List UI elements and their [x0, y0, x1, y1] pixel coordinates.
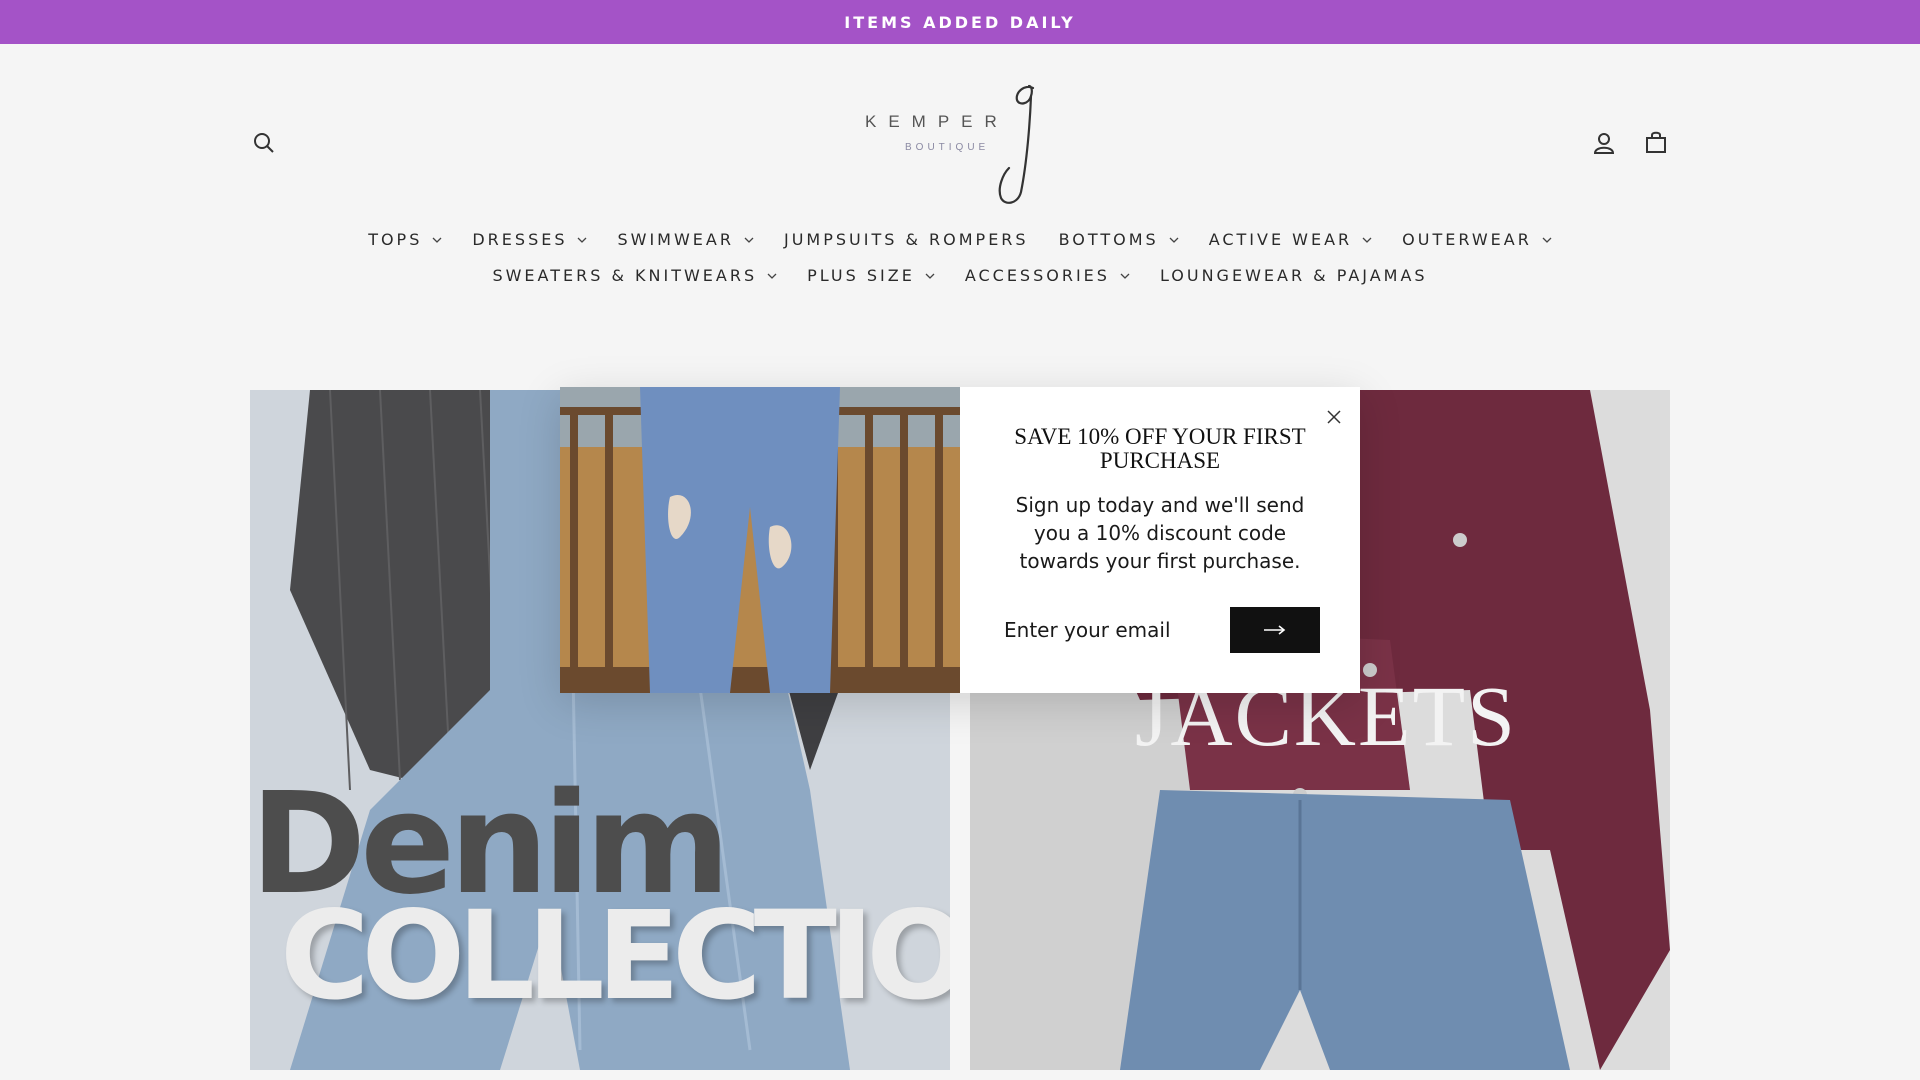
- site-logo[interactable]: KEMPER BOUTIQUE: [855, 82, 1065, 208]
- announcement-bar: ITEMS ADDED DAILY: [0, 0, 1920, 44]
- arrow-right-icon: [1264, 625, 1286, 635]
- account-button[interactable]: [1588, 127, 1620, 159]
- email-input[interactable]: [1002, 607, 1216, 653]
- popup-description: Sign up today and we'll send you a 10% d…: [1015, 493, 1305, 573]
- announcement-text: ITEMS ADDED DAILY: [844, 12, 1076, 32]
- nav-item-accessories[interactable]: ACCESSORIES: [965, 266, 1130, 285]
- cart-icon: [1646, 131, 1666, 153]
- nav-label: OUTERWEAR: [1402, 230, 1532, 249]
- close-icon: [1327, 410, 1341, 424]
- nav-label: DRESSES: [472, 230, 568, 249]
- jeans-photo-image: [560, 387, 960, 693]
- nav-label: TOPS: [368, 230, 423, 249]
- main-nav-row-2: SWEATERS & KNITWEARS PLUS SIZE ACCESSORI…: [0, 266, 1920, 285]
- collection-heading: COLLECTION: [280, 885, 950, 1027]
- nav-label: PLUS SIZE: [807, 266, 915, 285]
- main-nav-row-1: TOPS DRESSES SWIMWEAR JUMPSUITS & ROMPER…: [0, 230, 1920, 249]
- newsletter-popup: SAVE 10% OFF YOUR FIRST PURCHASE Sign up…: [960, 387, 1360, 693]
- chevron-down-icon: [744, 237, 754, 243]
- search-icon: [254, 133, 274, 153]
- nav-label: BOTTOMS: [1058, 230, 1159, 249]
- nav-item-active-wear[interactable]: ACTIVE WEAR: [1209, 230, 1372, 249]
- nav-item-swimwear[interactable]: SWIMWEAR: [617, 230, 754, 249]
- email-submit-button[interactable]: [1230, 607, 1320, 653]
- popup-image: [560, 387, 960, 693]
- popup-title: SAVE 10% OFF YOUR FIRST PURCHASE: [1014, 424, 1306, 473]
- logo-subtitle: BOUTIQUE: [905, 142, 990, 153]
- cart-button[interactable]: [1640, 126, 1672, 158]
- chevron-down-icon: [432, 237, 442, 243]
- chevron-down-icon: [1542, 237, 1552, 243]
- nav-label: LOUNGEWEAR & PAJAMAS: [1159, 266, 1428, 285]
- chevron-down-icon: [925, 273, 935, 279]
- chevron-down-icon: [1120, 273, 1130, 279]
- chevron-down-icon: [578, 237, 587, 243]
- nav-label: SWEATERS & KNITWEARS: [492, 266, 758, 285]
- chevron-down-icon: [767, 273, 777, 279]
- search-button[interactable]: [248, 127, 280, 159]
- nav-label: ACTIVE WEAR: [1208, 230, 1353, 249]
- nav-item-sweaters-knitwears[interactable]: SWEATERS & KNITWEARS: [492, 266, 777, 285]
- chevron-down-icon: [1169, 237, 1179, 243]
- nav-label: SWIMWEAR: [617, 230, 734, 249]
- nav-item-loungewear-pajamas[interactable]: LOUNGEWEAR & PAJAMAS: [1160, 266, 1428, 285]
- nav-label: ACCESSORIES: [964, 266, 1110, 285]
- nav-item-dresses[interactable]: DRESSES: [472, 230, 587, 249]
- nav-item-plus-size[interactable]: PLUS SIZE: [807, 266, 935, 285]
- nav-item-tops[interactable]: TOPS: [368, 230, 442, 249]
- nav-item-outerwear[interactable]: OUTERWEAR: [1402, 230, 1552, 249]
- logo-script-j-icon: [998, 84, 1035, 204]
- chevron-down-icon: [1362, 237, 1372, 243]
- account-icon: [1593, 133, 1615, 154]
- nav-item-bottoms[interactable]: BOTTOMS: [1059, 230, 1179, 249]
- nav-label: JUMPSUITS & ROMPERS: [783, 230, 1029, 249]
- nav-item-jumpsuits-rompers[interactable]: JUMPSUITS & ROMPERS: [784, 230, 1029, 249]
